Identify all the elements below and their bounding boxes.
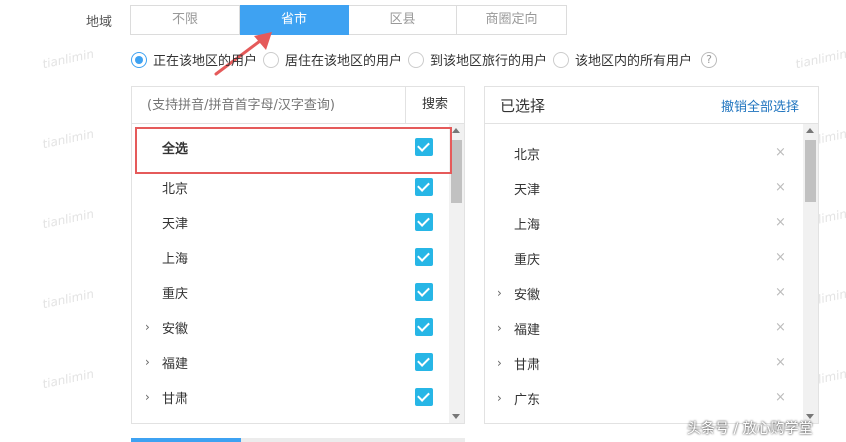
chevron-right-icon[interactable]: › (497, 356, 502, 370)
close-icon[interactable]: × (775, 320, 786, 335)
checkbox-checked-icon[interactable] (415, 283, 433, 301)
checkbox-checked-icon[interactable] (415, 318, 433, 336)
region-picker-panel: 搜索 全选 北京 天津 上海 重庆 › 安徽 › 福建 (131, 86, 465, 424)
checkbox-checked-icon[interactable] (415, 388, 433, 406)
selected-item: 上海 × (485, 206, 818, 241)
selected-item-label: 甘肃 (514, 358, 541, 373)
list-item-label: 上海 (162, 252, 189, 267)
selected-header: 已选择 撤销全部选择 (485, 87, 818, 124)
list-item[interactable]: 北京 (132, 170, 464, 205)
checkbox-checked-icon[interactable] (415, 248, 433, 266)
region-tabs: 不限 省市 区县 商圈定向 (130, 5, 567, 35)
selected-item: › 广东 × (485, 381, 818, 416)
list-item[interactable]: › 甘肃 (132, 380, 464, 415)
list-item[interactable]: 重庆 (132, 275, 464, 310)
radio-icon (553, 51, 570, 68)
selected-item-label: 安徽 (514, 288, 541, 303)
list-item-label: 安徽 (162, 322, 189, 337)
scrollbar-thumb[interactable] (805, 140, 816, 202)
selected-title: 已选择 (500, 96, 546, 115)
selected-item-label: 重庆 (514, 253, 541, 268)
list-item-label: 天津 (162, 217, 189, 232)
close-icon[interactable]: × (775, 180, 786, 195)
select-all-row[interactable]: 全选 (132, 124, 464, 170)
source-credit: 头条号 / 放心购学堂 (687, 421, 813, 437)
selected-item-label: 天津 (514, 183, 541, 198)
search-button[interactable]: 搜索 (405, 87, 464, 123)
selected-item-label: 广东 (514, 393, 541, 408)
close-icon[interactable]: × (775, 390, 786, 405)
radio-label: 居住在该地区的用户 (285, 54, 403, 69)
clear-all-link[interactable]: 撤销全部选择 (721, 96, 799, 115)
scroll-up-icon[interactable] (806, 128, 814, 133)
watermark: tianlimin (794, 46, 846, 72)
selected-item: 重庆 × (485, 241, 818, 276)
bottom-strip (131, 438, 465, 442)
selected-item-label: 上海 (514, 218, 541, 233)
region-label: 地域 (86, 15, 113, 30)
checkbox-checked-icon[interactable] (415, 353, 433, 371)
watermark: tianlimin (41, 366, 96, 392)
user-type-radios: 正在该地区的用户 居住在该地区的用户 到该地区旅行的用户 该地区内的所有用户 ? (131, 50, 718, 69)
close-icon[interactable]: × (775, 215, 786, 230)
radio-label: 正在该地区的用户 (153, 54, 258, 69)
chevron-right-icon[interactable]: › (497, 286, 502, 300)
radio-label: 该地区内的所有用户 (575, 54, 693, 69)
selected-item: › 甘肃 × (485, 346, 818, 381)
list-item[interactable]: › 安徽 (132, 310, 464, 345)
watermark: tianlimin (41, 286, 96, 312)
selected-item: › 福建 × (485, 311, 818, 346)
selected-item: 天津 × (485, 171, 818, 206)
list-item[interactable]: 上海 (132, 240, 464, 275)
watermark: tianlimin (41, 206, 96, 232)
chevron-right-icon[interactable]: › (145, 355, 150, 369)
scrollbar[interactable] (803, 124, 818, 423)
close-icon[interactable]: × (775, 250, 786, 265)
watermark: tianlimin (41, 46, 96, 72)
radio-all-users-in-area[interactable]: 该地区内的所有用户 (553, 50, 692, 69)
watermark: tianlimin (41, 126, 96, 152)
radio-icon (263, 51, 280, 68)
radio-resident-in-area[interactable]: 居住在该地区的用户 (263, 50, 402, 69)
selected-item: › 安徽 × (485, 276, 818, 311)
selected-item: 北京 × (485, 136, 818, 171)
chevron-right-icon[interactable]: › (145, 320, 150, 334)
radio-travelling-to-area[interactable]: 到该地区旅行的用户 (408, 50, 547, 69)
search-bar: 搜索 (132, 87, 464, 124)
close-icon[interactable]: × (775, 285, 786, 300)
radio-icon (408, 51, 425, 68)
list-item-label: 北京 (162, 182, 189, 197)
bottom-accent (131, 438, 241, 442)
chevron-right-icon[interactable]: › (497, 391, 502, 405)
question-icon[interactable]: ? (701, 51, 718, 68)
tab-business-area[interactable]: 商圈定向 (457, 5, 567, 35)
list-item-label: 甘肃 (162, 392, 189, 407)
list-item[interactable]: 天津 (132, 205, 464, 240)
chevron-right-icon[interactable]: › (145, 390, 150, 404)
selected-item-label: 福建 (514, 323, 541, 338)
scroll-up-icon[interactable] (452, 128, 460, 133)
list-item[interactable]: › 福建 (132, 345, 464, 380)
scroll-down-icon[interactable] (452, 414, 460, 419)
selected-list: 北京 × 天津 × 上海 × 重庆 × › 安徽 × › 福建 × › 甘肃 × (485, 124, 818, 423)
close-icon[interactable]: × (775, 355, 786, 370)
checkbox-checked-icon[interactable] (415, 138, 433, 156)
checkbox-checked-icon[interactable] (415, 178, 433, 196)
tab-district[interactable]: 区县 (349, 5, 457, 35)
selected-panel: 已选择 撤销全部选择 北京 × 天津 × 上海 × 重庆 × › 安徽 × › … (484, 86, 819, 424)
list-item-label: 福建 (162, 357, 189, 372)
radio-currently-in-area[interactable]: 正在该地区的用户 (131, 50, 257, 69)
radio-label: 到该地区旅行的用户 (430, 54, 548, 69)
scrollbar-thumb[interactable] (451, 140, 462, 203)
list-item-label: 全选 (162, 141, 189, 157)
radio-icon (131, 51, 147, 68)
list-item-label: 重庆 (162, 287, 189, 302)
search-input[interactable] (132, 87, 405, 123)
close-icon[interactable]: × (775, 145, 786, 160)
scrollbar[interactable] (449, 124, 464, 423)
chevron-right-icon[interactable]: › (497, 321, 502, 335)
region-list: 全选 北京 天津 上海 重庆 › 安徽 › 福建 › 甘肃 (132, 124, 464, 423)
selected-item-label: 北京 (514, 148, 541, 163)
checkbox-checked-icon[interactable] (415, 213, 433, 231)
